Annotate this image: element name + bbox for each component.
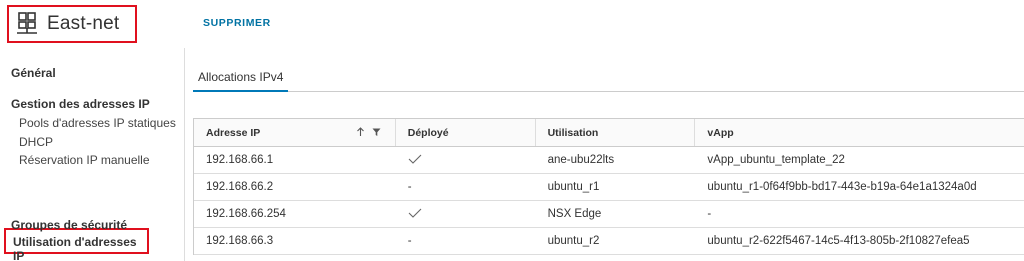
main-content: Allocations IPv4 Adresse IP Déployé Util…	[185, 48, 1024, 261]
table-row[interactable]: 192.168.66.1 ane-ubu22lts vApp_ubuntu_te…	[194, 147, 1024, 174]
sidebar-item-static-ip-pools[interactable]: Pools d'adresses IP statiques	[19, 116, 176, 130]
column-header-ip-address[interactable]: Adresse IP	[194, 119, 396, 146]
column-header-usage[interactable]: Utilisation	[536, 119, 696, 146]
title-highlight: East-net	[7, 5, 137, 43]
sidebar-item-security-groups[interactable]: Groupes de sécurité	[11, 218, 127, 232]
column-header-vapp[interactable]: vApp	[695, 119, 1024, 146]
sidebar-item-ip-management[interactable]: Gestion des adresses IP	[11, 97, 150, 111]
column-controls	[356, 127, 381, 137]
checkmark-icon	[408, 154, 422, 164]
cell-vapp: vApp_ubuntu_template_22	[707, 154, 845, 166]
cell-deployed: -	[407, 235, 412, 247]
cell-deployed: -	[407, 181, 412, 193]
sidebar-item-dhcp[interactable]: DHCP	[19, 135, 53, 149]
cell-vapp: ubuntu_r1-0f64f9bb-bd17-443e-b19a-64e1a1…	[707, 181, 977, 193]
network-icon	[17, 12, 37, 34]
page-title: East-net	[47, 13, 120, 34]
cell-usage: NSX Edge	[547, 208, 602, 220]
table-row[interactable]: 192.168.66.254 NSX Edge -	[194, 201, 1024, 228]
tab-bar: Allocations IPv4	[193, 68, 1024, 92]
table-row[interactable]: 192.168.66.2 - ubuntu_r1 ubuntu_r1-0f64f…	[194, 174, 1024, 201]
checkmark-icon	[408, 208, 422, 218]
cell-ip-address: 192.168.66.2	[206, 181, 274, 193]
tab-ipv4-allocations[interactable]: Allocations IPv4	[193, 68, 289, 92]
sidebar-item-ip-usage-label: Utilisation d'adresses IP	[13, 235, 137, 261]
sort-arrow-up-icon[interactable]	[356, 127, 365, 137]
cell-usage: ane-ubu22lts	[547, 154, 615, 166]
cell-usage: ubuntu_r2	[547, 235, 600, 247]
table-header-row: Adresse IP Déployé Utilisation vApp	[194, 119, 1024, 147]
cell-ip-address: 192.168.66.254	[206, 208, 286, 220]
cell-vapp: -	[707, 208, 712, 220]
sidebar-item-manual-ip-reservation[interactable]: Réservation IP manuelle	[19, 153, 150, 167]
cell-ip-address: 192.168.66.1	[206, 154, 274, 166]
cell-deployed	[396, 207, 536, 222]
sidebar: Général Gestion des adresses IP Pools d'…	[0, 48, 185, 261]
cell-deployed	[396, 153, 536, 168]
column-header-ip-address-label: Adresse IP	[206, 126, 261, 139]
delete-button[interactable]: SUPPRIMER	[203, 17, 271, 29]
column-header-deployed[interactable]: Déployé	[396, 119, 536, 146]
cell-ip-address: 192.168.66.3	[206, 235, 274, 247]
ip-allocation-table: Adresse IP Déployé Utilisation vApp 192.…	[193, 118, 1024, 255]
sidebar-item-general[interactable]: Général	[11, 66, 56, 80]
page-header: East-net SUPPRIMER	[0, 0, 1024, 48]
table-row[interactable]: 192.168.66.3 - ubuntu_r2 ubuntu_r2-622f5…	[194, 228, 1024, 255]
filter-icon[interactable]	[372, 127, 381, 137]
cell-usage: ubuntu_r1	[547, 181, 600, 193]
cell-vapp: ubuntu_r2-622f5467-14c5-4f13-805b-2f1082…	[707, 235, 970, 247]
